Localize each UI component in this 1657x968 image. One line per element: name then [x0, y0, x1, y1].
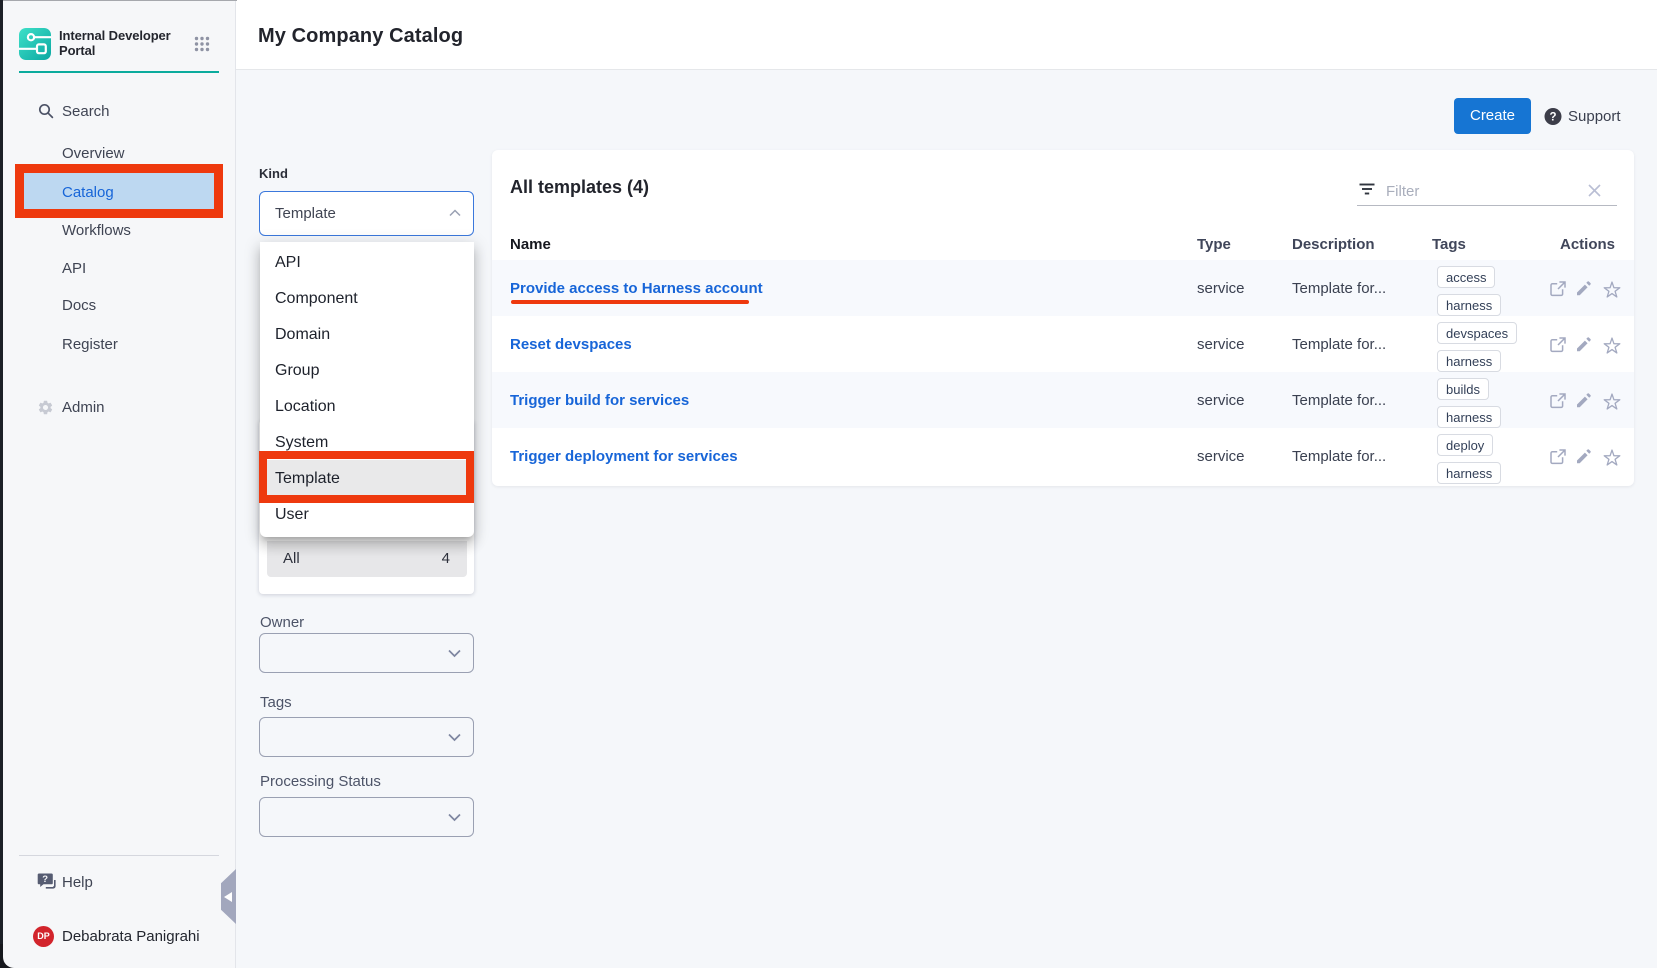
svg-text:?: ? — [1549, 111, 1556, 123]
svg-text:?: ? — [42, 874, 48, 885]
svg-text:Support: Support — [1568, 108, 1621, 125]
